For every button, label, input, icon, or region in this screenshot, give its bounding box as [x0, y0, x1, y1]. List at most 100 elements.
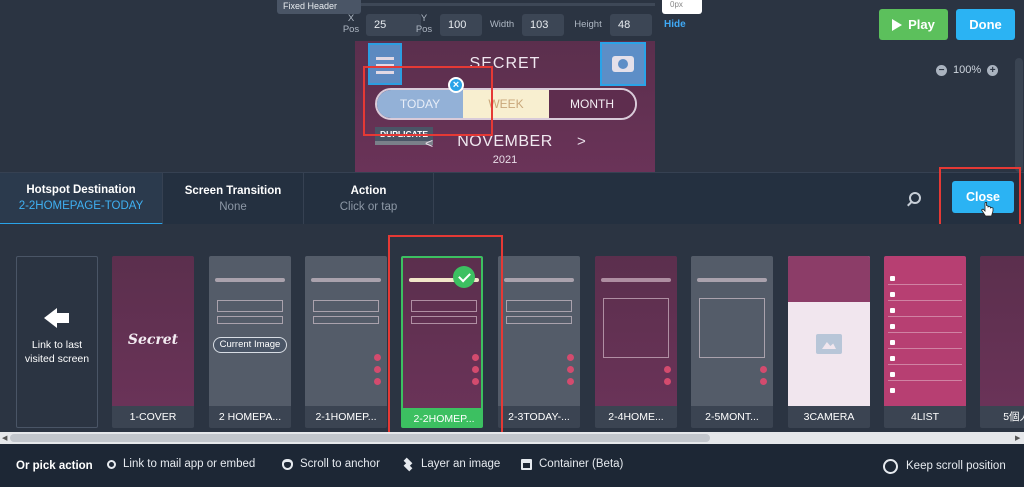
zoom-level: 100%	[953, 64, 982, 76]
thumb-dot	[760, 366, 767, 373]
thumb-box	[217, 300, 283, 312]
list-divider	[888, 332, 962, 333]
container-icon	[521, 458, 532, 470]
thumb-dot	[567, 366, 574, 373]
thumb-segment	[215, 278, 285, 282]
height-input[interactable]: 48	[610, 14, 652, 36]
screen-thumbnail	[595, 256, 677, 406]
thumb-header	[788, 256, 870, 302]
x-pos-label: X Pos	[342, 13, 360, 35]
or-pick-action-label: Or pick action	[16, 460, 93, 472]
scroll-right-icon[interactable]: ▶	[1015, 434, 1020, 442]
zoom-out-icon[interactable]: −	[936, 64, 947, 76]
annotation-highlight	[363, 66, 493, 136]
list-divider	[888, 364, 962, 365]
hotspot-settings-tabs: Hotspot Destination 2-2HOMEPAGE-TODAY Sc…	[0, 172, 1024, 225]
screen-card-label: 2-5MONT...	[691, 406, 773, 428]
fixed-header-chip[interactable]: Fixed Header	[277, 0, 361, 14]
tab-action[interactable]: Action Click or tap	[304, 173, 434, 225]
hide-button[interactable]: Hide	[664, 19, 686, 30]
screen-card[interactable]: 2-1HOMEP...	[305, 256, 387, 428]
link-last-screen-card[interactable]: Link to last visited screen	[16, 256, 98, 428]
screen-card-label: 1-COVER	[112, 406, 194, 428]
layers-icon	[403, 459, 414, 470]
container-action[interactable]: Container (Beta)	[521, 458, 623, 470]
link-last-label: Link to last visited screen	[24, 339, 90, 365]
link-mail-action[interactable]: Link to mail app or embed	[107, 458, 255, 470]
list-divider	[888, 380, 962, 381]
screen-card[interactable]: 2-5MONT...	[691, 256, 773, 428]
offset-field-fragment[interactable]: 0px	[662, 0, 702, 14]
keep-scroll-radio[interactable]	[883, 459, 898, 474]
play-label: Play	[908, 17, 935, 32]
screen-card[interactable]: Current Image 2 HOMEPA...	[209, 256, 291, 428]
thumb-segment	[601, 278, 671, 282]
screen-thumbnail	[498, 256, 580, 406]
y-pos-input[interactable]: 100	[440, 14, 482, 36]
thumb-dot	[664, 366, 671, 373]
scroll-left-icon[interactable]: ◀	[2, 434, 7, 442]
action-bar: Or pick action Link to mail app or embed…	[0, 444, 1024, 487]
screen-thumbnail	[884, 256, 966, 406]
anchor-icon	[282, 458, 293, 470]
layer-image-action[interactable]: Layer an image	[403, 458, 500, 470]
screen-thumbnail	[305, 256, 387, 406]
thumb-box	[506, 300, 572, 312]
screen-card[interactable]: 2-4HOME...	[595, 256, 677, 428]
next-month-icon[interactable]: >	[577, 133, 586, 150]
screen-thumbnail	[788, 256, 870, 406]
scroll-anchor-action[interactable]: Scroll to anchor	[282, 458, 380, 470]
list-bullet	[890, 356, 895, 361]
thumb-segment	[504, 278, 574, 282]
vertical-scrollbar[interactable]	[1015, 58, 1023, 172]
list-bullet	[890, 372, 895, 377]
keep-scroll-label: Keep scroll position	[906, 460, 1006, 472]
screen-card[interactable]: 5個人...	[980, 256, 1024, 428]
play-button[interactable]: Play	[879, 9, 948, 40]
thumb-dot	[664, 378, 671, 385]
search-icon[interactable]	[909, 192, 921, 204]
list-bullet	[890, 276, 895, 281]
list-divider	[888, 300, 962, 301]
screen-card[interactable]: 4LIST	[884, 256, 966, 428]
screen-card-label: 4LIST	[884, 406, 966, 428]
action-label: Container (Beta)	[539, 458, 624, 470]
camera-icon	[612, 56, 634, 72]
done-button[interactable]: Done	[956, 9, 1015, 40]
segment-month[interactable]: MONTH	[549, 90, 635, 118]
screen-thumbnail: Secret	[112, 256, 194, 406]
screen-thumbnail	[980, 256, 1024, 406]
zoom-in-icon[interactable]: +	[987, 64, 999, 76]
list-bullet	[890, 292, 895, 297]
cover-title: Secret	[127, 332, 179, 348]
list-divider	[888, 348, 962, 349]
tab-hotspot-destination[interactable]: Hotspot Destination 2-2HOMEPAGE-TODAY	[0, 173, 163, 225]
screen-card[interactable]: Secret 1-COVER	[112, 256, 194, 428]
tab-screen-transition[interactable]: Screen Transition None	[163, 173, 304, 225]
camera-hotspot[interactable]	[600, 42, 646, 86]
screen-card[interactable]: 2-3TODAY-...	[498, 256, 580, 428]
list-bullet	[890, 340, 895, 345]
screens-strip: Link to last visited screen Secret 1-COV…	[0, 224, 1024, 432]
thumb-segment	[697, 278, 767, 282]
screen-card[interactable]: 3CAMERA	[788, 256, 870, 428]
tab-title: Screen Transition	[184, 185, 282, 197]
tab-title: Hotspot Destination	[26, 184, 136, 196]
screen-thumbnail	[691, 256, 773, 406]
thumb-dot	[567, 354, 574, 361]
list-divider	[888, 316, 962, 317]
action-label: Scroll to anchor	[300, 458, 380, 470]
screen-card-label: 2-1HOMEP...	[305, 406, 387, 428]
image-placeholder-icon	[816, 334, 842, 354]
width-input[interactable]: 103	[522, 14, 564, 36]
thumb-segment	[311, 278, 381, 282]
height-label: Height	[574, 19, 602, 30]
thumb-dot	[374, 366, 381, 373]
horizontal-scroll-thumb[interactable]	[10, 434, 710, 442]
current-image-badge: Current Image	[213, 337, 287, 353]
annotation-highlight	[388, 235, 503, 446]
list-divider	[888, 284, 962, 285]
screen-card-label: 2-3TODAY-...	[498, 406, 580, 428]
thumb-box	[313, 300, 379, 312]
thumb-box	[313, 316, 379, 324]
